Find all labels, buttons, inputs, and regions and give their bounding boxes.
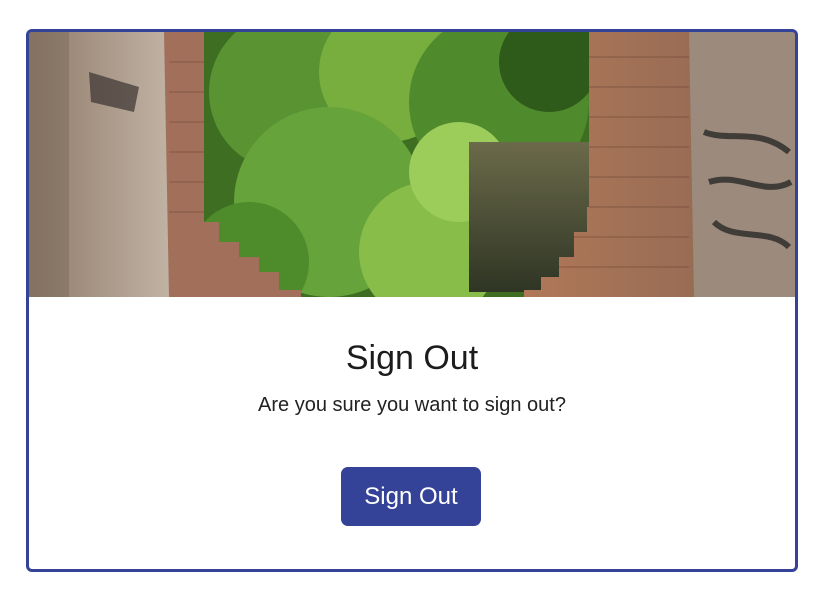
sign-out-card: Sign Out Are you sure you want to sign o… (26, 29, 798, 572)
dialog-message: Are you sure you want to sign out? (258, 394, 566, 416)
hero-image (29, 32, 795, 297)
sign-out-button[interactable]: Sign Out (341, 467, 481, 526)
dialog-title: Sign Out (345, 339, 479, 377)
